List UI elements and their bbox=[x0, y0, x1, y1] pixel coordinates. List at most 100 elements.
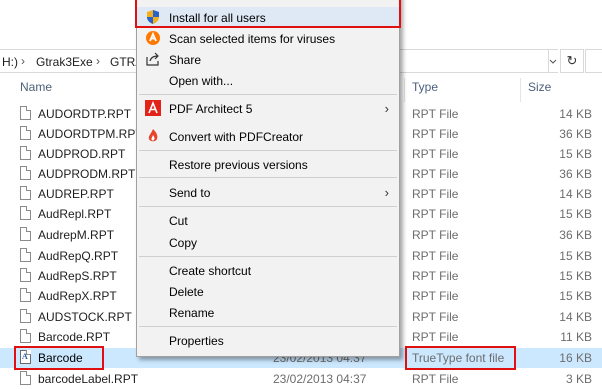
avast-icon bbox=[145, 30, 161, 46]
menu-separator bbox=[139, 256, 397, 257]
file-name: AUDPROD.RPT bbox=[38, 147, 126, 161]
menu-item-rename[interactable]: Rename bbox=[137, 302, 399, 323]
column-header-name[interactable]: Name bbox=[20, 80, 52, 102]
menu-item-label: Convert with PDFCreator bbox=[169, 130, 304, 144]
menu-item-convert-pdfcreator[interactable]: Convert with PDFCreator bbox=[137, 126, 399, 147]
file-icon bbox=[20, 146, 31, 160]
menu-item-send-to[interactable]: Send to › bbox=[137, 182, 399, 203]
file-type: RPT File bbox=[412, 147, 459, 161]
address-history-dropdown[interactable] bbox=[548, 49, 558, 73]
menu-item-scan-viruses[interactable]: Scan selected items for viruses bbox=[137, 28, 399, 49]
file-name: AUDREP.RPT bbox=[38, 187, 114, 201]
file-type: RPT File bbox=[412, 289, 459, 303]
pdfcreator-icon bbox=[145, 128, 161, 144]
file-type: RPT File bbox=[412, 187, 459, 201]
menu-item-cut[interactable]: Cut bbox=[137, 210, 399, 231]
menu-item-label: PDF Architect 5 bbox=[169, 102, 253, 116]
file-size: 16 KB bbox=[559, 351, 592, 365]
highlight-barcode-type bbox=[405, 346, 516, 370]
breadcrumb-gtrak3exe[interactable]: Gtrak3Exe bbox=[36, 55, 93, 69]
file-icon bbox=[20, 166, 31, 180]
file-type: RPT File bbox=[412, 269, 459, 283]
file-icon bbox=[20, 186, 31, 200]
menu-item-open-with[interactable]: Open with... bbox=[137, 70, 399, 91]
chevron-right-icon: › bbox=[384, 101, 389, 116]
file-icon bbox=[20, 309, 31, 323]
file-icon bbox=[20, 288, 31, 302]
file-name: barcodeLabel.RPT bbox=[38, 372, 139, 386]
file-icon bbox=[20, 106, 31, 120]
file-name: Barcode.RPT bbox=[38, 330, 111, 344]
file-icon bbox=[20, 206, 31, 220]
menu-item-copy[interactable]: Copy bbox=[137, 232, 399, 253]
menu-item-label: Scan selected items for viruses bbox=[169, 32, 336, 46]
menu-item-label: Send to bbox=[169, 186, 211, 200]
file-size: 14 KB bbox=[559, 107, 592, 121]
file-name: AudRepQ.RPT bbox=[38, 249, 119, 263]
column-divider[interactable] bbox=[520, 78, 521, 102]
menu-item-label: Restore previous versions bbox=[169, 158, 308, 172]
menu-item-label: Rename bbox=[169, 306, 215, 320]
menu-separator bbox=[139, 150, 397, 151]
context-menu: Install for all users Scan selected item… bbox=[136, 0, 400, 357]
breadcrumb-separator-icon: › bbox=[21, 54, 25, 68]
menu-item-label: Delete bbox=[169, 285, 204, 299]
file-size: 14 KB bbox=[559, 187, 592, 201]
menu-item-share[interactable]: Share bbox=[137, 49, 399, 70]
pdf-architect-icon bbox=[145, 100, 161, 116]
refresh-button[interactable]: ↻ bbox=[560, 49, 584, 73]
menu-item-delete[interactable]: Delete bbox=[137, 281, 399, 302]
file-size: 36 KB bbox=[559, 228, 592, 242]
file-name: AUDSTOCK.RPT bbox=[38, 310, 132, 324]
file-size: 14 KB bbox=[559, 310, 592, 324]
menu-separator bbox=[139, 177, 397, 178]
file-size: 36 KB bbox=[559, 127, 592, 141]
share-icon bbox=[145, 51, 161, 67]
chevron-right-icon: › bbox=[384, 185, 389, 200]
menu-separator bbox=[139, 206, 397, 207]
menu-item-label: Create shortcut bbox=[169, 264, 252, 278]
table-row[interactable]: barcodeLabel.RPT 23/02/2013 04:37 RPT File… bbox=[0, 369, 602, 389]
highlight-barcode-name bbox=[14, 346, 104, 370]
menu-item-label: Properties bbox=[169, 334, 224, 348]
breadcrumb-separator-icon: › bbox=[96, 54, 100, 68]
file-name: AudRepS.RPT bbox=[38, 269, 117, 283]
menu-separator bbox=[139, 94, 397, 95]
file-name: AUDORDTP.RPT bbox=[38, 107, 132, 121]
file-type: RPT File bbox=[412, 228, 459, 242]
file-size: 36 KB bbox=[559, 167, 592, 181]
file-size: 15 KB bbox=[559, 249, 592, 263]
search-box[interactable] bbox=[585, 49, 602, 73]
file-size: 15 KB bbox=[559, 207, 592, 221]
menu-separator bbox=[139, 326, 397, 327]
file-type: RPT File bbox=[412, 167, 459, 181]
menu-item-label: Open with... bbox=[169, 74, 234, 88]
file-type: RPT File bbox=[412, 249, 459, 263]
file-type: RPT File bbox=[412, 330, 459, 344]
menu-item-restore-versions[interactable]: Restore previous versions bbox=[137, 154, 399, 175]
file-name: AUDORDTPM.RPT bbox=[38, 127, 143, 141]
file-icon bbox=[20, 371, 31, 385]
file-name: AudRepX.RPT bbox=[38, 289, 117, 303]
file-type: RPT File bbox=[412, 207, 459, 221]
menu-item-properties[interactable]: Properties bbox=[137, 330, 399, 351]
file-name: AudRepl.RPT bbox=[38, 207, 112, 221]
file-size: 15 KB bbox=[559, 289, 592, 303]
file-type: RPT File bbox=[412, 127, 459, 141]
menu-item-label: Cut bbox=[169, 214, 188, 228]
column-header-type[interactable]: Type bbox=[412, 80, 438, 102]
column-divider[interactable] bbox=[404, 78, 405, 102]
file-name: AUDPRODM.RPT bbox=[38, 167, 136, 181]
file-icon bbox=[20, 126, 31, 140]
breadcrumb-drive[interactable]: H:) bbox=[2, 55, 18, 69]
file-icon bbox=[20, 248, 31, 262]
menu-item-create-shortcut[interactable]: Create shortcut bbox=[137, 260, 399, 281]
file-icon bbox=[20, 268, 31, 282]
file-date: 23/02/2013 04:37 bbox=[273, 372, 367, 386]
file-size: 11 KB bbox=[560, 330, 592, 344]
column-header-size[interactable]: Size bbox=[528, 80, 551, 102]
chevron-down-icon bbox=[549, 59, 557, 64]
menu-item-pdf-architect[interactable]: PDF Architect 5 › bbox=[137, 98, 399, 119]
file-size: 15 KB bbox=[559, 269, 592, 283]
file-icon bbox=[20, 227, 31, 241]
